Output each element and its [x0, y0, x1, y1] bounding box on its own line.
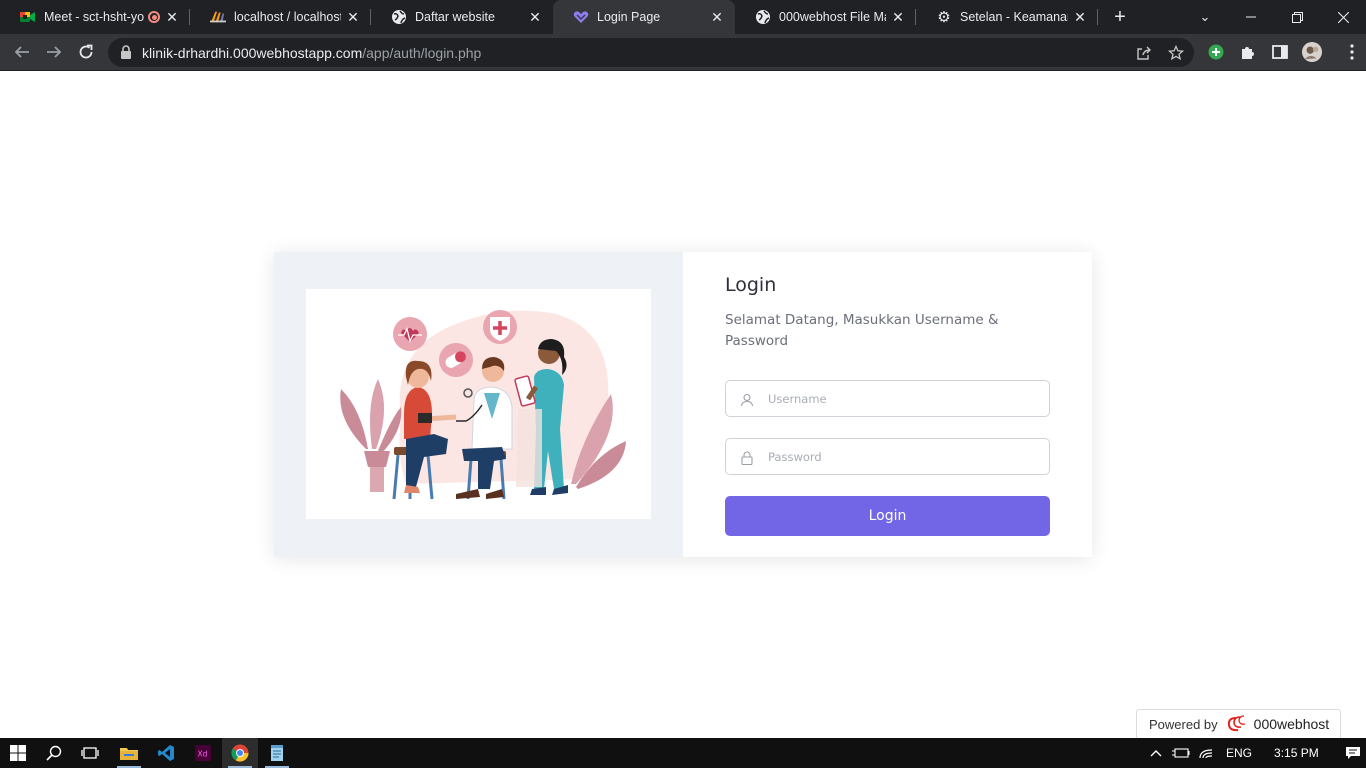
000webhost-logo-icon — [1226, 715, 1250, 733]
gear-icon: ⚙ — [937, 9, 951, 26]
brand-name: 000webhost — [1253, 716, 1330, 732]
globe-icon — [755, 9, 771, 25]
close-icon[interactable]: ✕ — [1072, 9, 1088, 25]
clock[interactable]: 3:15 PM — [1274, 746, 1319, 760]
doctor-patient-illustration — [306, 289, 651, 519]
svg-text:Xd: Xd — [198, 750, 208, 759]
language-indicator[interactable]: ENG — [1226, 746, 1252, 760]
tab-title: Meet - sct-hsht-yoo — [44, 10, 144, 24]
globe-icon — [391, 9, 407, 25]
tab-title: Setelan - Keamanan — [960, 10, 1068, 24]
profile-avatar[interactable] — [1302, 42, 1322, 62]
extension-plus-icon[interactable] — [1206, 42, 1226, 62]
illustration-panel — [274, 252, 683, 557]
search-icon[interactable] — [36, 738, 72, 768]
vscode-icon[interactable] — [148, 738, 184, 768]
more-menu-icon[interactable] — [1342, 42, 1362, 62]
windows-taskbar: Xd ENG 3:15 PM — [0, 738, 1366, 768]
tab-login-page[interactable]: Login Page ✕ — [553, 0, 735, 34]
tab-daftar-website[interactable]: Daftar website ✕ — [371, 0, 553, 34]
file-explorer-icon[interactable] — [111, 738, 147, 768]
recording-icon — [148, 11, 160, 23]
tab-file-manager[interactable]: 000webhost File Mana ✕ — [735, 0, 916, 34]
wifi-icon[interactable] — [1198, 747, 1214, 759]
close-icon[interactable]: ✕ — [345, 9, 361, 25]
forward-button[interactable] — [40, 38, 68, 66]
powered-by-label: Powered by — [1149, 716, 1218, 732]
chrome-icon[interactable] — [222, 738, 258, 768]
extensions-puzzle-icon[interactable] — [1238, 42, 1258, 62]
reload-button[interactable] — [72, 38, 100, 66]
address-bar[interactable]: klinik-drhardhi.000webhostapp.com/app/au… — [108, 38, 1194, 67]
tab-settings[interactable]: ⚙ Setelan - Keamanan ✕ — [916, 0, 1098, 34]
login-title: Login — [725, 274, 777, 296]
heart-logo-icon — [573, 9, 589, 25]
tab-title: Daftar website — [415, 10, 495, 24]
share-icon[interactable] — [1136, 45, 1152, 61]
adobe-xd-icon[interactable]: Xd — [185, 738, 221, 768]
username-field[interactable] — [725, 380, 1050, 417]
login-button[interactable]: Login — [725, 496, 1050, 536]
restore-button[interactable] — [1274, 0, 1320, 34]
login-subtitle: Selamat Datang, Masukkan Username & Pass… — [725, 312, 999, 349]
notepad-icon[interactable] — [259, 738, 295, 768]
google-meet-icon — [20, 9, 36, 25]
tab-title: Login Page — [597, 10, 661, 24]
battery-icon[interactable] — [1172, 747, 1190, 759]
login-form-panel: Login Selamat Datang, Masukkan Username … — [683, 252, 1092, 557]
phpmyadmin-icon — [210, 9, 226, 25]
tab-meet[interactable]: Meet - sct-hsht-yoo ✕ — [0, 0, 190, 34]
lock-icon[interactable] — [120, 45, 132, 59]
side-panel-icon[interactable] — [1270, 42, 1290, 62]
windows-start-icon[interactable] — [0, 738, 36, 768]
tab-phpmyadmin[interactable]: localhost / localhost / ✕ — [190, 0, 371, 34]
url-text: klinik-drhardhi.000webhostapp.com/app/au… — [142, 45, 481, 61]
username-input[interactable] — [768, 381, 1038, 416]
close-icon[interactable]: ✕ — [890, 9, 906, 25]
close-icon[interactable]: ✕ — [709, 9, 725, 25]
back-button[interactable] — [8, 38, 36, 66]
url-host: klinik-drhardhi.000webhostapp.com — [142, 45, 363, 61]
tray-chevron-up-icon[interactable] — [1148, 749, 1164, 757]
task-view-icon[interactable] — [72, 738, 108, 768]
browser-toolbar: klinik-drhardhi.000webhostapp.com/app/au… — [0, 34, 1366, 71]
tab-title: localhost / localhost / — [234, 10, 341, 24]
login-card: Login Selamat Datang, Masukkan Username … — [274, 252, 1092, 557]
tab-title: 000webhost File Mana — [779, 10, 886, 24]
password-input[interactable] — [768, 439, 1038, 474]
system-tray: ENG 3:15 PM — [1148, 738, 1361, 768]
close-window-button[interactable] — [1320, 0, 1366, 34]
tab-strip: Meet - sct-hsht-yoo ✕ localhost / localh… — [0, 0, 1366, 34]
url-path: /app/auth/login.php — [362, 45, 482, 61]
lock-icon — [740, 450, 754, 466]
notification-icon[interactable] — [1345, 746, 1361, 760]
close-icon[interactable]: ✕ — [164, 9, 180, 25]
password-field[interactable] — [725, 438, 1050, 475]
minimize-button[interactable] — [1228, 0, 1274, 34]
user-icon — [740, 392, 754, 407]
close-icon[interactable]: ✕ — [527, 9, 543, 25]
tab-search-chevron-icon[interactable]: ⌄ — [1182, 0, 1228, 34]
powered-by-badge[interactable]: Powered by 000webhost — [1136, 709, 1341, 739]
bookmark-star-icon[interactable] — [1168, 45, 1184, 61]
new-tab-button[interactable]: + — [1108, 5, 1132, 29]
